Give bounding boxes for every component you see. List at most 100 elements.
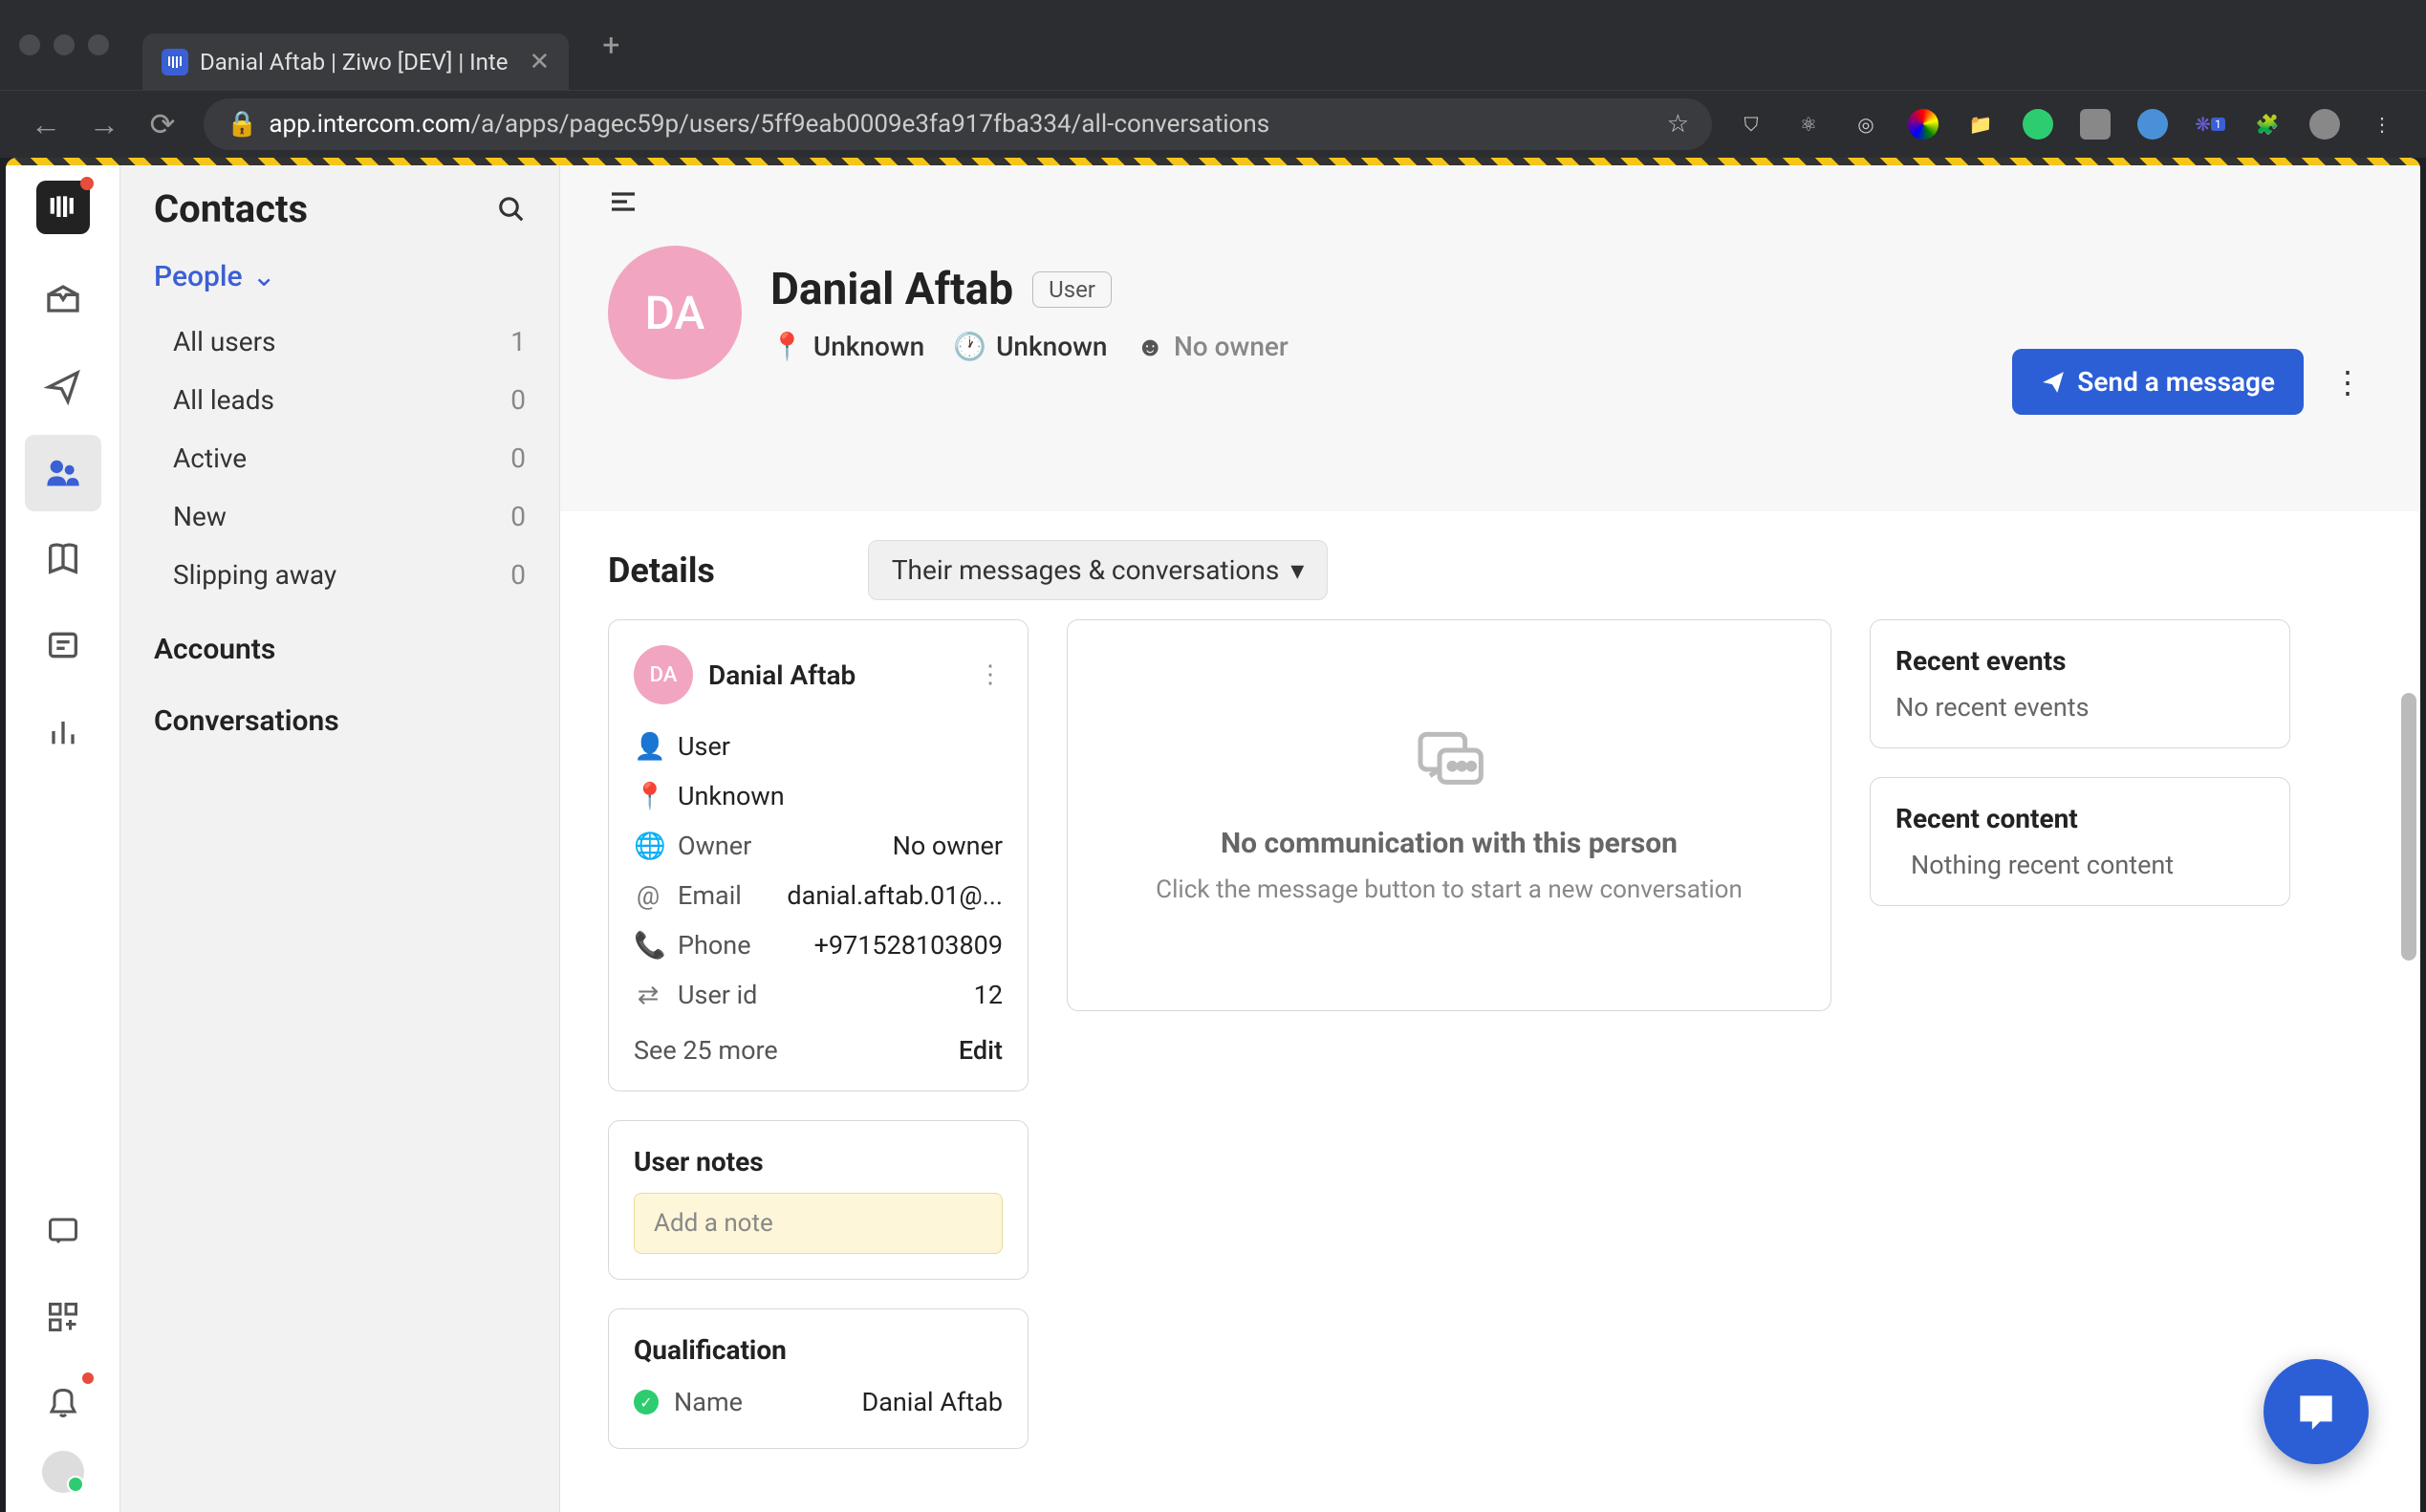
rail-articles[interactable] [25, 521, 101, 597]
sidebar-item-slipping[interactable]: Slipping away0 [120, 546, 559, 604]
contact-time: 🕐 Unknown [953, 331, 1107, 362]
rail-inbox[interactable] [25, 263, 101, 339]
main-panel: DA Danial Aftab User 📍 Unknown 🕐 Unkn [560, 158, 2420, 1512]
sidebar-item-all-users[interactable]: All users1 [120, 313, 559, 371]
contact-type-badge: User [1032, 271, 1112, 308]
search-icon[interactable] [497, 195, 526, 224]
owner-icon: ☻ [1136, 331, 1163, 362]
recent-events-card: Recent events No recent events [1870, 619, 2290, 748]
sidebar-item-new[interactable]: New0 [120, 487, 559, 546]
content-title: Recent content [1895, 803, 2264, 834]
close-tab-icon[interactable]: ✕ [530, 48, 551, 76]
ext-color-icon[interactable] [1908, 109, 1939, 140]
qual-name-row: ✓ Name Danial Aftab [634, 1381, 1003, 1423]
scrollbar[interactable] [2401, 693, 2416, 961]
rail-apps[interactable] [25, 1279, 101, 1355]
tab-title: Danial Aftab | Ziwo [DEV] | Inte [200, 49, 509, 76]
ext-blue-icon[interactable] [2137, 109, 2168, 140]
sidebar-conversations[interactable]: Conversations [120, 676, 559, 747]
contact-location: 📍 Unknown [770, 331, 924, 362]
sidebar-item-all-leads[interactable]: All leads0 [120, 371, 559, 429]
attr-owner: 🌐 Owner No owner [634, 821, 1003, 871]
url-text: app.intercom.com/a/apps/pagec59p/users/5… [269, 110, 1655, 139]
add-note-input[interactable]: Add a note [634, 1193, 1003, 1254]
attr-userid: ⇄ User id 12 [634, 970, 1003, 1020]
window-controls [19, 34, 109, 55]
people-label: People [154, 260, 243, 293]
phone-icon: 📞 [634, 930, 662, 961]
at-icon: @ [634, 880, 662, 911]
intercom-logo[interactable] [36, 181, 90, 234]
star-icon[interactable]: ☆ [1667, 110, 1689, 139]
browser-toolbar: ← → ⟳ 🔒 app.intercom.com/a/apps/pagec59p… [0, 91, 2426, 158]
people-dropdown[interactable]: People ⌄ [120, 260, 559, 313]
maximize-window[interactable] [88, 34, 109, 55]
address-bar[interactable]: 🔒 app.intercom.com/a/apps/pagec59p/users… [204, 98, 1712, 150]
sidebar-accounts[interactable]: Accounts [120, 604, 559, 676]
rail-notifications[interactable] [25, 1365, 101, 1441]
sidebar-item-active[interactable]: Active0 [120, 429, 559, 487]
card-more-icon[interactable]: ⋮ [978, 660, 1003, 689]
send-message-button[interactable]: Send a message [2012, 349, 2304, 415]
intercom-launcher[interactable] [2264, 1359, 2369, 1464]
ext-shield-icon[interactable]: ⛉ [1736, 109, 1766, 140]
contact-name: Danial Aftab [770, 264, 1013, 315]
contact-owner: ☻ No owner [1136, 331, 1288, 362]
people-list: All users1 All leads0 Active0 New0 Slipp… [120, 313, 559, 604]
messages-dropdown[interactable]: Their messages & conversations ▾ [868, 540, 1329, 600]
rail-operator[interactable] [25, 607, 101, 683]
rail-messenger[interactable] [25, 1193, 101, 1269]
ext-circle-icon[interactable]: ◎ [1851, 109, 1881, 140]
browser-tab-bar: Danial Aftab | Ziwo [DEV] | Inte ✕ + [0, 0, 2426, 91]
header-more-icon[interactable]: ⋮ [2323, 355, 2372, 410]
sidebar-title: Contacts [154, 186, 308, 231]
icon-rail [6, 158, 120, 1512]
events-empty: No recent events [1895, 692, 2264, 723]
reload-button[interactable]: ⟳ [145, 106, 180, 142]
attr-location: 📍 Unknown [634, 771, 1003, 821]
see-more-link[interactable]: See 25 more [634, 1035, 778, 1066]
app-container: Contacts People ⌄ All users1 All leads0 … [6, 158, 2420, 1512]
send-icon [2041, 370, 2066, 395]
rail-user-avatar[interactable] [42, 1451, 84, 1493]
details-card: DA Danial Aftab ⋮ 👤 User 📍 Unknown 🌐 [608, 619, 1029, 1091]
swap-icon: ⇄ [634, 980, 662, 1010]
ext-folder-icon[interactable]: 📁 [1965, 109, 1996, 140]
browser-tab[interactable]: Danial Aftab | Ziwo [DEV] | Inte ✕ [142, 33, 569, 91]
ext-puzzle-icon[interactable]: 🧩 [2252, 109, 2283, 140]
intercom-favicon [162, 49, 188, 76]
ext-green-icon[interactable] [2023, 109, 2053, 140]
rail-outbound[interactable] [25, 349, 101, 425]
ext-gray-icon[interactable] [2080, 109, 2111, 140]
chevron-down-icon: ⌄ [252, 260, 276, 293]
check-icon: ✓ [634, 1390, 659, 1415]
forward-button[interactable]: → [87, 106, 121, 142]
ext-flower-icon[interactable]: ❋1 [2195, 109, 2225, 140]
qualification-card: Qualification ✓ Name Danial Aftab [608, 1308, 1029, 1449]
lock-icon: 🔒 [227, 110, 257, 139]
ext-atom-icon[interactable]: ⚛ [1793, 109, 1824, 140]
globe-icon: 🌐 [634, 831, 662, 861]
back-button[interactable]: ← [29, 106, 63, 142]
contacts-sidebar: Contacts People ⌄ All users1 All leads0 … [120, 158, 560, 1512]
notes-title: User notes [634, 1146, 1003, 1177]
details-title: Details [608, 551, 715, 591]
browser-menu-icon[interactable]: ⋮ [2367, 109, 2397, 140]
attr-email: @ Email danial.aftab.01@... [634, 871, 1003, 920]
person-icon: 👤 [634, 731, 662, 762]
qualification-title: Qualification [634, 1334, 1003, 1366]
minimize-window[interactable] [54, 34, 75, 55]
profile-avatar[interactable] [2309, 109, 2340, 140]
close-window[interactable] [19, 34, 40, 55]
edit-link[interactable]: Edit [959, 1035, 1003, 1066]
contact-header-region: DA Danial Aftab User 📍 Unknown 🕐 Unkn [560, 158, 2420, 511]
new-tab-button[interactable]: + [602, 27, 619, 63]
pin-icon: 📍 [634, 781, 662, 811]
conversations-empty: No communication with this person Click … [1067, 619, 1831, 1011]
empty-title: No communication with this person [1221, 827, 1678, 860]
rail-reports[interactable] [25, 693, 101, 769]
pin-icon: 📍 [770, 331, 804, 362]
rail-contacts[interactable] [25, 435, 101, 511]
panel-menu-icon[interactable] [608, 186, 2372, 217]
recent-content-card: Recent content Nothing recent content [1870, 777, 2290, 906]
